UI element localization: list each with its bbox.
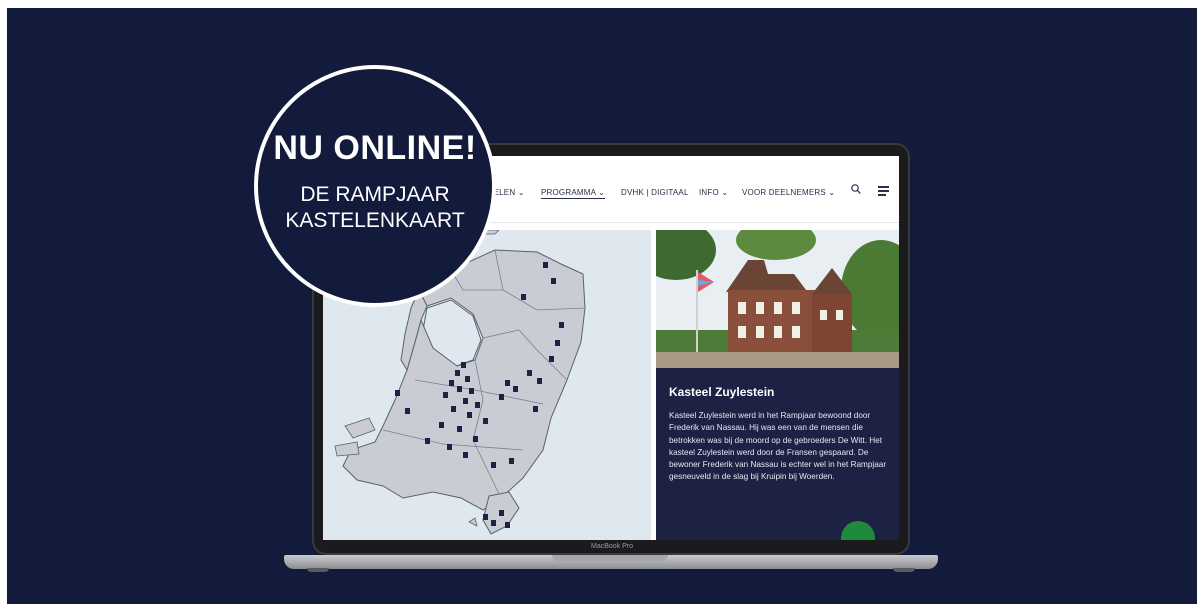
action-button[interactable] [841,521,875,540]
badge-headline: NU ONLINE! [273,129,477,167]
nav-item-info[interactable]: INFO ⌄ [699,188,728,197]
castle-photo [656,230,899,368]
laptop-foot-left [307,568,329,572]
badge-line-1: DE RAMPJAAR [300,183,450,206]
hamburger-menu-icon[interactable] [878,186,889,196]
nav-item-dvhk-digitaal[interactable]: DVHK | DIGITAAL [621,188,689,197]
nav-item-voor-deelnemers[interactable]: VOOR DEELNEMERS ⌄ [742,188,835,197]
laptop-notch [552,555,668,561]
promo-banner: STELEN ⌄ PROGRAMMA ⌄ DVHK | DIGITAAL INF… [7,8,1197,604]
badge-line-2: KASTELENKAART [285,209,465,232]
promo-badge: NU ONLINE! DE RAMPJAAR KASTELENKAART [254,65,496,307]
laptop-brand-label: MacBook Pro [590,543,634,550]
castle-info-panel: Kasteel Zuylestein Kasteel Zuylestein we… [656,368,899,540]
search-icon[interactable] [851,184,861,194]
nav-item-programma[interactable]: PROGRAMMA ⌄ [541,188,606,199]
laptop-foot-right [893,568,915,572]
castle-description: Kasteel Zuylestein werd in het Rampjaar … [669,411,887,482]
castle-title: Kasteel Zuylestein [669,385,775,399]
